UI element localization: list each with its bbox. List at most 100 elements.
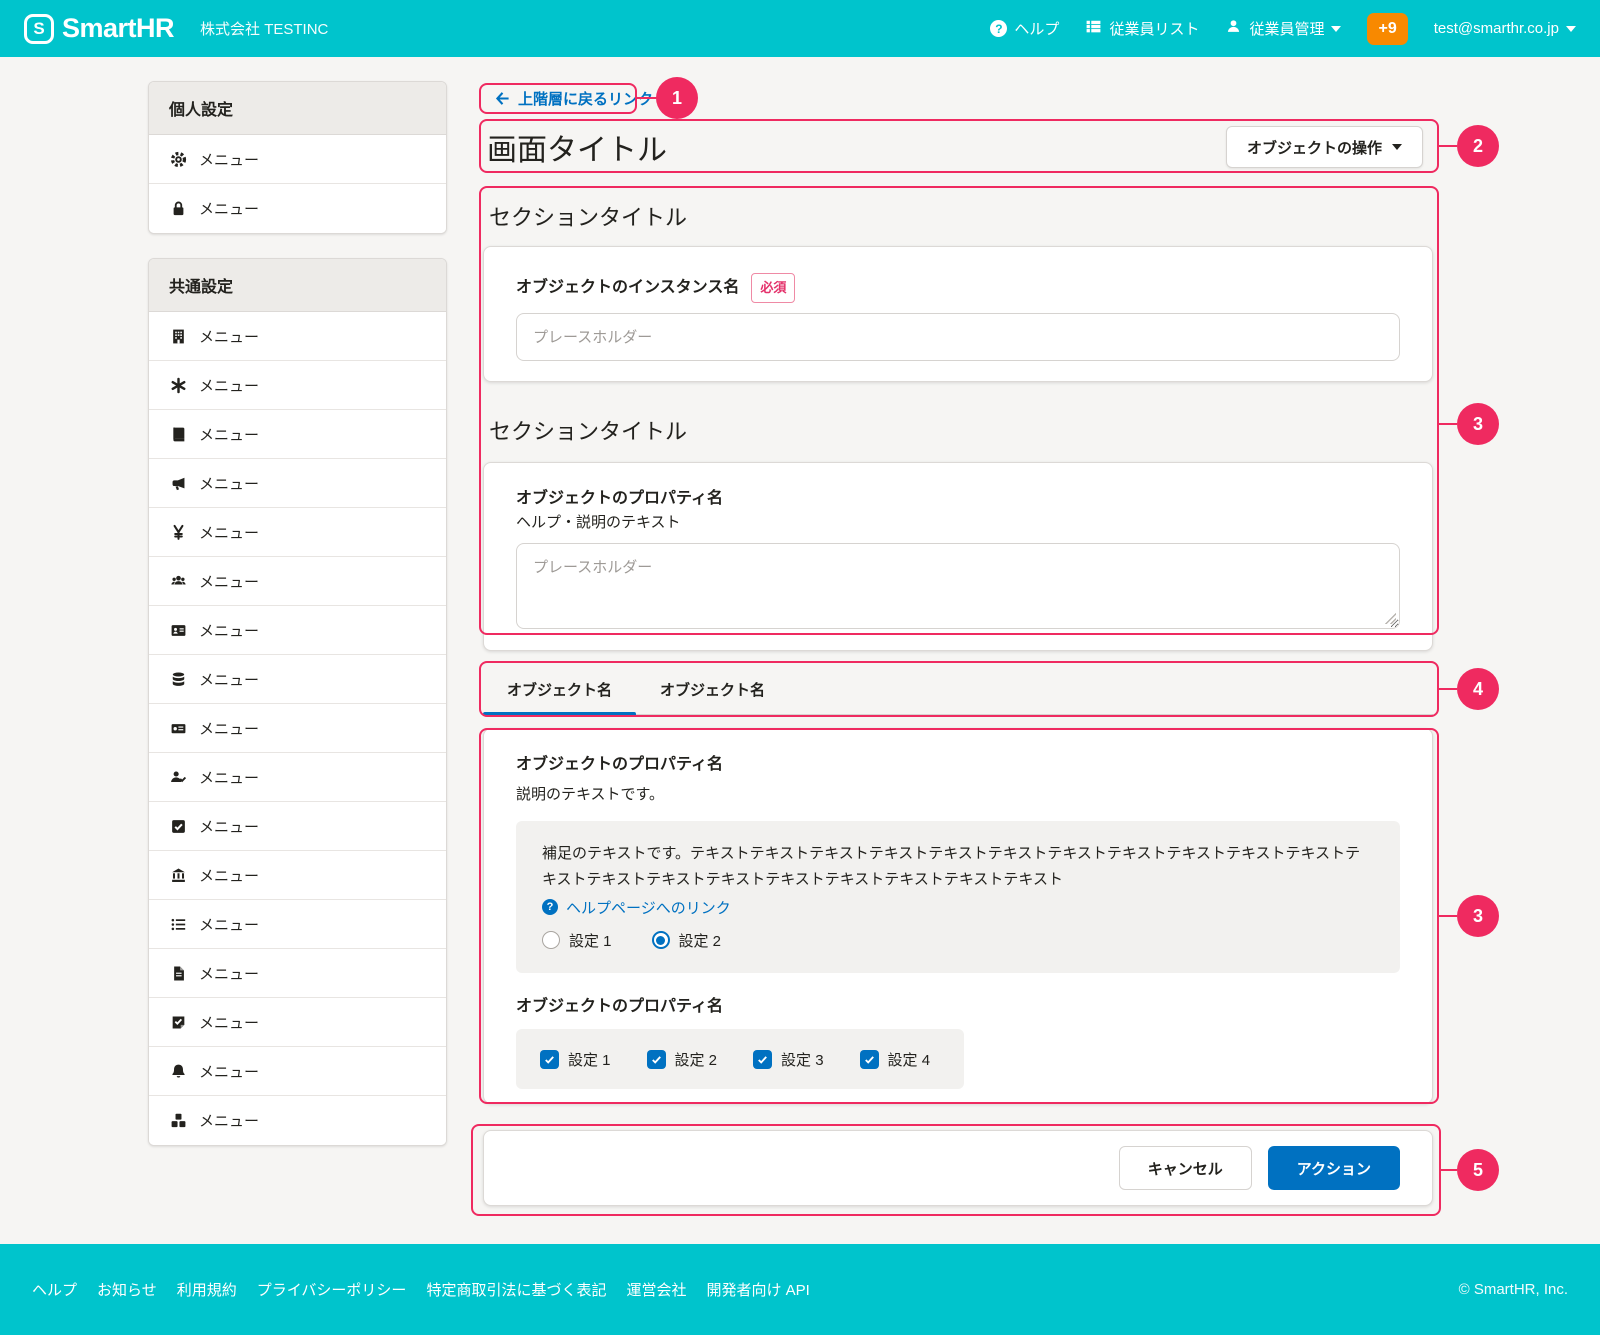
sidebar-item-label: メニュー — [199, 149, 259, 170]
cancel-button[interactable]: キャンセル — [1119, 1146, 1252, 1190]
account-email: test@smarthr.co.jp — [1434, 20, 1559, 37]
chevron-down-icon — [1331, 26, 1341, 32]
tab-object-2[interactable]: オブジェクト名 — [636, 663, 789, 715]
sidebar-item[interactable]: メニュー — [149, 900, 446, 949]
footer-link[interactable]: ヘルプ — [32, 1279, 77, 1300]
footer-link[interactable]: 開発者向け API — [706, 1279, 809, 1300]
sidebar-item[interactable]: メニュー — [149, 655, 446, 704]
sidebar-group-title: 共通設定 — [149, 259, 446, 312]
help-page-link[interactable]: ? ヘルプページへのリンク — [542, 895, 1374, 919]
annotation-number-1: 1 — [656, 77, 698, 119]
sidebar-item-label: メニュー — [199, 669, 259, 690]
sidebar-item-label: メニュー — [199, 571, 259, 592]
sidebar-item-label: メニュー — [199, 620, 259, 641]
checkbox-option-4[interactable]: 設定 4 — [860, 1049, 931, 1070]
annotation-connector — [1439, 915, 1457, 918]
sidebar-item[interactable]: メニュー — [149, 1096, 446, 1145]
sidebar-item[interactable]: メニュー — [149, 508, 446, 557]
smarthr-logo-icon[interactable]: S — [24, 14, 54, 44]
chevron-down-icon — [1392, 144, 1402, 150]
header-nav-employee-admin[interactable]: 従業員管理 — [1225, 18, 1341, 39]
cubes-icon — [169, 1112, 187, 1129]
form-area: セクションタイトル オブジェクトのインスタンス名 必須 セクションタイトル オブ… — [483, 186, 1433, 651]
footer-link[interactable]: お知らせ — [97, 1279, 157, 1300]
brand-title[interactable]: SmartHR — [62, 13, 174, 44]
property-textarea[interactable] — [516, 543, 1400, 629]
sidebar-item-label: メニュー — [199, 914, 259, 935]
footer-link[interactable]: 利用規約 — [177, 1279, 237, 1300]
checkbox-option-3[interactable]: 設定 3 — [753, 1049, 824, 1070]
chevron-down-icon — [1566, 26, 1576, 32]
lock-icon — [169, 200, 187, 217]
header-nav-help[interactable]: ?ヘルプ — [990, 18, 1059, 39]
radio-option-2[interactable]: 設定 2 — [652, 930, 722, 951]
required-badge: 必須 — [751, 273, 795, 303]
sidebar-item-label: メニュー — [199, 865, 259, 886]
sidebar-item-label: メニュー — [199, 198, 259, 219]
sidebar-item[interactable]: メニュー — [149, 410, 446, 459]
instance-name-card: オブジェクトのインスタンス名 必須 — [483, 246, 1433, 382]
sidebar-item[interactable]: メニュー — [149, 361, 446, 410]
header-nav-employee-list[interactable]: 従業員リスト — [1085, 18, 1199, 39]
sidebar-item[interactable]: メニュー — [149, 753, 446, 802]
property-label: オブジェクトのプロパティ名 — [516, 487, 1400, 511]
sidebar-item[interactable]: メニュー — [149, 312, 446, 361]
annotation-number-2: 2 — [1457, 125, 1499, 167]
sidebar-item-label: メニュー — [199, 326, 259, 347]
checkbox-checked-icon — [647, 1050, 666, 1069]
sidebar-item[interactable]: メニュー — [149, 949, 446, 998]
user-check-icon — [169, 769, 187, 786]
sidebar-item-label: メニュー — [199, 424, 259, 445]
sidebar-item[interactable]: メニュー — [149, 606, 446, 655]
annotation-number-3: 3 — [1457, 895, 1499, 937]
tab-object-1[interactable]: オブジェクト名 — [483, 663, 636, 715]
sidebar-item[interactable]: メニュー — [149, 704, 446, 753]
annotation-connector — [1439, 145, 1457, 148]
sidebar-item[interactable]: メニュー — [149, 802, 446, 851]
annotation-number-3: 3 — [1457, 403, 1499, 445]
property-help-text: ヘルプ・説明のテキスト — [516, 511, 1400, 535]
sidebar-item[interactable]: メニュー — [149, 184, 446, 233]
database-icon — [169, 671, 187, 688]
sidebar-item[interactable]: メニュー — [149, 557, 446, 606]
sidebar-item-label: メニュー — [199, 767, 259, 788]
footer-link[interactable]: 特定商取引法に基づく表記 — [426, 1279, 606, 1300]
checkbox-option-2[interactable]: 設定 2 — [647, 1049, 718, 1070]
checkbox-option-1[interactable]: 設定 1 — [540, 1049, 611, 1070]
radio-checked-icon — [652, 931, 670, 949]
asterisk-icon — [169, 377, 187, 394]
sidebar-item[interactable]: メニュー — [149, 851, 446, 900]
sidebar-item-label: メニュー — [199, 1110, 259, 1131]
sidebar-item[interactable]: メニュー — [149, 459, 446, 508]
panel-field1-description: 説明のテキストです。 — [516, 783, 1400, 807]
action-button[interactable]: アクション — [1268, 1146, 1400, 1190]
app-header: S SmartHR 株式会社 TESTINC ?ヘルプ 従業員リスト 従業員管理 +… — [0, 0, 1600, 57]
sidebar-item[interactable]: メニュー — [149, 135, 446, 184]
notification-badge[interactable]: +9 — [1367, 13, 1407, 45]
sidebar-group-common: 共通設定メニューメニューメニューメニューメニューメニューメニューメニューメニュー… — [148, 258, 447, 1146]
checkbox-checked-icon — [540, 1050, 559, 1069]
field-label-row: オブジェクトのインスタンス名 必須 — [516, 273, 1400, 303]
bank-icon — [169, 867, 187, 884]
question-circle-icon: ? — [542, 899, 558, 915]
radio-option-1[interactable]: 設定 1 — [542, 930, 612, 951]
instance-name-input[interactable] — [516, 313, 1400, 361]
object-actions-dropdown-button[interactable]: オブジェクトの操作 — [1226, 126, 1423, 168]
supplementary-box: 補足のテキストです。テキストテキストテキストテキストテキストテキストテキストテキ… — [516, 821, 1400, 973]
user-icon — [1225, 18, 1242, 39]
sidebar-item-label: メニュー — [199, 375, 259, 396]
sidebar-item[interactable]: メニュー — [149, 1047, 446, 1096]
sidebar-item-label: メニュー — [199, 473, 259, 494]
annotation-connector — [1441, 1169, 1457, 1172]
id-card-icon — [169, 622, 187, 639]
sidebar-item[interactable]: メニュー — [149, 998, 446, 1047]
company-name: 株式会社 TESTINC — [200, 18, 328, 39]
account-menu[interactable]: test@smarthr.co.jp — [1434, 20, 1576, 37]
sidebar-group-personal: 個人設定メニューメニュー — [148, 81, 447, 234]
sidebar-item-label: メニュー — [199, 1061, 259, 1082]
footer-link[interactable]: プライバシーポリシー — [257, 1279, 407, 1300]
sidebar: 個人設定メニューメニュー共通設定メニューメニューメニューメニューメニューメニュー… — [148, 81, 447, 1170]
gear-icon — [169, 151, 187, 168]
back-link[interactable]: 上階層に戻るリンク — [495, 88, 653, 109]
footer-link[interactable]: 運営会社 — [626, 1279, 686, 1300]
